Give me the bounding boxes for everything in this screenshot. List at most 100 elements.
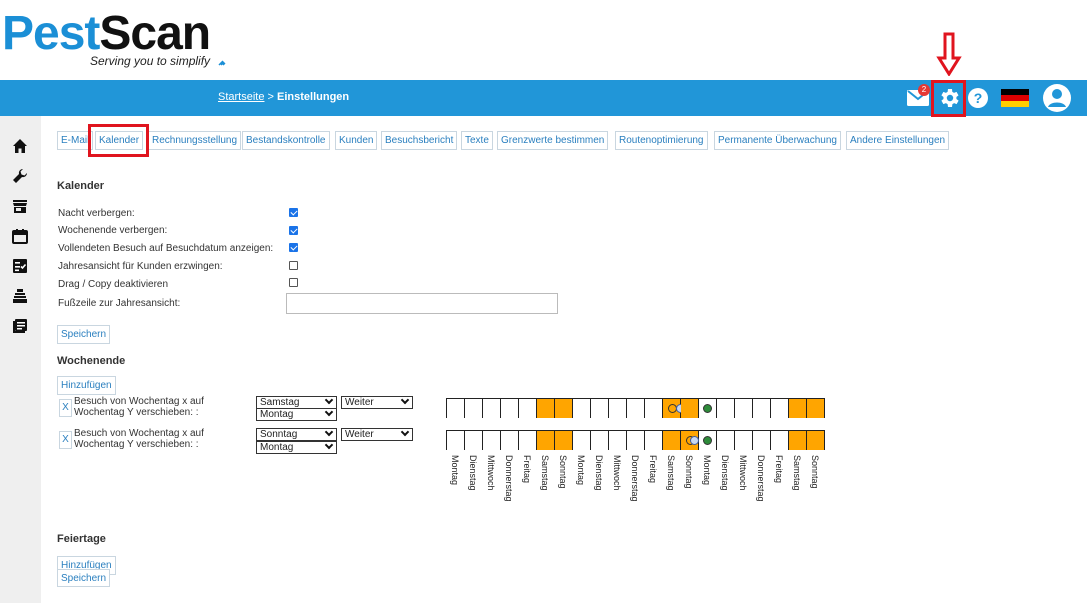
- weekday-label: Mittwoch: [738, 455, 748, 491]
- day-cell-weekend: [663, 399, 685, 418]
- weekday-label: Freitag: [648, 455, 658, 484]
- remove-rule-button[interactable]: X: [59, 431, 72, 449]
- day-cell: [519, 399, 537, 418]
- disable-drag-copy-checkbox[interactable]: [289, 278, 298, 287]
- kalender-save-button[interactable]: Speichern: [57, 325, 111, 344]
- day-cell: [483, 399, 501, 418]
- sidebar-calendar[interactable]: [10, 226, 30, 246]
- tab-kunden[interactable]: Kunden: [335, 131, 378, 150]
- weekday-label: Sonntag: [684, 455, 694, 489]
- weekday-label: Mittwoch: [612, 455, 622, 491]
- chevron-down-icon: [400, 395, 410, 405]
- weekday-label: Samstag: [540, 455, 550, 491]
- day-cell: [609, 431, 627, 450]
- show-completed-visit-checkbox[interactable]: [289, 243, 298, 252]
- day-cell: [609, 399, 627, 418]
- tab-email[interactable]: E-Mail: [57, 131, 94, 150]
- app-logo: PestScan Serving you to simplify: [0, 6, 240, 72]
- holiday-save-button[interactable]: Speichern: [57, 569, 111, 587]
- day-cell-weekend: [537, 431, 555, 450]
- breadcrumb-home-link[interactable]: Startseite: [218, 91, 264, 103]
- remove-rule-button[interactable]: X: [59, 399, 72, 417]
- user-avatar-icon: [1043, 84, 1071, 112]
- day-cell: [717, 399, 735, 418]
- tab-besuchsbericht[interactable]: Besuchsbericht: [381, 131, 458, 150]
- day-cell: [627, 399, 645, 418]
- day-cell-weekend: [681, 399, 699, 418]
- weekday-label: Donnerstag: [630, 455, 640, 502]
- day-cell: [573, 399, 591, 418]
- mail-button[interactable]: 2: [904, 80, 932, 116]
- tab-kalender[interactable]: Kalender: [95, 131, 144, 150]
- day-cell-weekend: [807, 399, 825, 418]
- sidebar-tools[interactable]: [10, 166, 30, 186]
- calendar-icon: [12, 229, 28, 244]
- option-label: Wochenende verbergen:: [58, 225, 168, 236]
- day-cell-weekend: [789, 431, 807, 450]
- chevron-down-icon: [400, 427, 410, 437]
- weekend-add-button[interactable]: Hinzufügen: [57, 376, 116, 395]
- mail-count-badge: 2: [918, 84, 930, 96]
- from-day-select[interactable]: Sonntag: [256, 427, 337, 441]
- tab-grenzwerte[interactable]: Grenzwerte bestimmen: [497, 131, 609, 150]
- option-label: Drag / Copy deaktivieren: [58, 279, 169, 290]
- option-label: Vollendeten Besuch auf Besuchdatum anzei…: [58, 243, 274, 254]
- day-cell: [645, 431, 663, 450]
- annotation-arrow-icon: [936, 32, 962, 76]
- feiertage-heading: Feiertage: [57, 533, 106, 545]
- to-day-select[interactable]: Montag: [256, 440, 337, 454]
- sidebar-bait-station[interactable]: [10, 286, 30, 306]
- day-cell-weekend: [789, 399, 807, 418]
- day-cell: [699, 431, 717, 450]
- store-icon: [13, 200, 27, 213]
- language-button[interactable]: [1000, 80, 1030, 116]
- help-button[interactable]: ?: [965, 80, 991, 116]
- checklist-icon: [13, 259, 27, 273]
- day-cell: [591, 431, 609, 450]
- sidebar-store[interactable]: [10, 196, 30, 216]
- hide-night-checkbox[interactable]: [289, 208, 298, 217]
- year-view-footer-input[interactable]: [286, 293, 558, 314]
- day-cell: [501, 431, 519, 450]
- tab-rechnungsstellung[interactable]: Rechnungsstellung: [148, 131, 242, 150]
- weekday-label: Montag: [702, 455, 712, 486]
- day-cell-weekend: [555, 399, 573, 418]
- day-cell: [483, 431, 501, 450]
- tab-andere-einstellungen[interactable]: Andere Einstellungen: [846, 131, 950, 150]
- moved-visit-target-marker: [703, 436, 712, 445]
- day-cell: [753, 399, 771, 418]
- chevron-down-icon: [324, 395, 334, 405]
- wochenende-heading: Wochenende: [57, 355, 126, 367]
- day-cell: [501, 399, 519, 418]
- settings-button[interactable]: [934, 80, 964, 116]
- day-cell: [627, 431, 645, 450]
- to-day-select[interactable]: Montag: [256, 407, 337, 421]
- sidebar-checklist[interactable]: [10, 256, 30, 276]
- day-cell: [735, 399, 753, 418]
- weekday-label: Samstag: [792, 455, 802, 491]
- weekday-label: Dienstag: [468, 455, 478, 491]
- tab-routenoptimierung[interactable]: Routenoptimierung: [615, 131, 708, 150]
- sidebar-reports[interactable]: [10, 316, 30, 336]
- wrench-icon: [13, 168, 28, 183]
- bait-station-icon: [13, 289, 27, 303]
- footer-label: Fußzeile zur Jahresansicht:: [58, 298, 181, 309]
- tab-texte[interactable]: Texte: [461, 131, 493, 150]
- user-account-button[interactable]: [1040, 80, 1074, 116]
- breadcrumb: Startseite > Einstellungen: [218, 91, 350, 103]
- direction-select[interactable]: Weiter: [341, 395, 413, 409]
- hide-weekend-checkbox[interactable]: [289, 226, 298, 235]
- day-cell: [717, 431, 735, 450]
- direction-select[interactable]: Weiter: [341, 427, 413, 441]
- home-icon: [13, 139, 27, 153]
- tab-bestandskontrolle[interactable]: Bestandskontrolle: [242, 131, 330, 150]
- chevron-down-icon: [324, 427, 334, 437]
- tab-permanente-ueberwachung[interactable]: Permanente Überwachung: [714, 131, 841, 150]
- day-cell: [591, 399, 609, 418]
- weekday-label: Freitag: [522, 455, 532, 484]
- left-sidebar: [0, 116, 41, 603]
- force-year-view-checkbox[interactable]: [289, 261, 298, 270]
- day-cell: [465, 431, 483, 450]
- sidebar-home[interactable]: [10, 136, 30, 156]
- day-cell-weekend: [555, 431, 573, 450]
